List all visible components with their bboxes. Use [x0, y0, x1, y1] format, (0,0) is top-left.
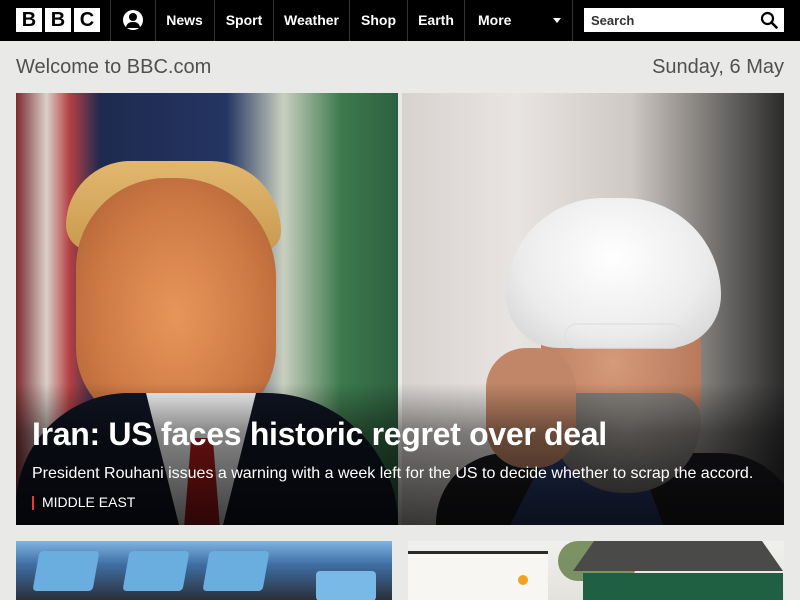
welcome-text: Welcome to BBC.com [16, 56, 212, 78]
tile-image-part [573, 541, 783, 571]
section-tag[interactable]: MIDDLE EAST [32, 494, 135, 510]
hero-summary: President Rouhani issues a warning with … [32, 465, 754, 482]
nav-item-earth[interactable]: Earth [408, 0, 464, 41]
tile-image-part [32, 551, 100, 591]
nav-item-shop[interactable]: Shop [350, 0, 407, 41]
story-tile[interactable] [16, 541, 392, 600]
tile-image-part [122, 551, 190, 591]
hero-image-part [564, 323, 684, 349]
tile-image-part [202, 551, 270, 591]
logo-letter: B [45, 8, 71, 32]
nav-item-sport[interactable]: Sport [215, 0, 273, 41]
nav-divider [110, 0, 111, 41]
search-box[interactable] [584, 8, 784, 32]
current-date: Sunday, 6 May [652, 56, 784, 78]
top-navigation-bar: B B C News Sport Weather Shop Earth More [0, 0, 800, 41]
logo-letter: C [74, 8, 100, 32]
nav-item-weather[interactable]: Weather [274, 0, 349, 41]
nav-divider [464, 0, 465, 41]
search-input[interactable] [584, 8, 754, 32]
tile-image-part [518, 575, 528, 585]
chevron-down-icon[interactable] [553, 18, 561, 23]
logo-letter: B [16, 8, 42, 32]
nav-divider [572, 0, 573, 41]
hero-headline[interactable]: Iran: US faces historic regret over deal [32, 416, 607, 453]
bbc-logo[interactable]: B B C [16, 8, 100, 32]
search-icon[interactable] [760, 11, 778, 29]
story-tile[interactable] [408, 541, 784, 600]
tile-image-part [583, 573, 783, 600]
account-icon[interactable] [123, 10, 143, 30]
hero-story[interactable]: Iran: US faces historic regret over deal… [16, 93, 784, 525]
tile-image-part [408, 551, 548, 600]
tile-image-part [316, 571, 376, 600]
nav-item-news[interactable]: News [156, 0, 213, 41]
